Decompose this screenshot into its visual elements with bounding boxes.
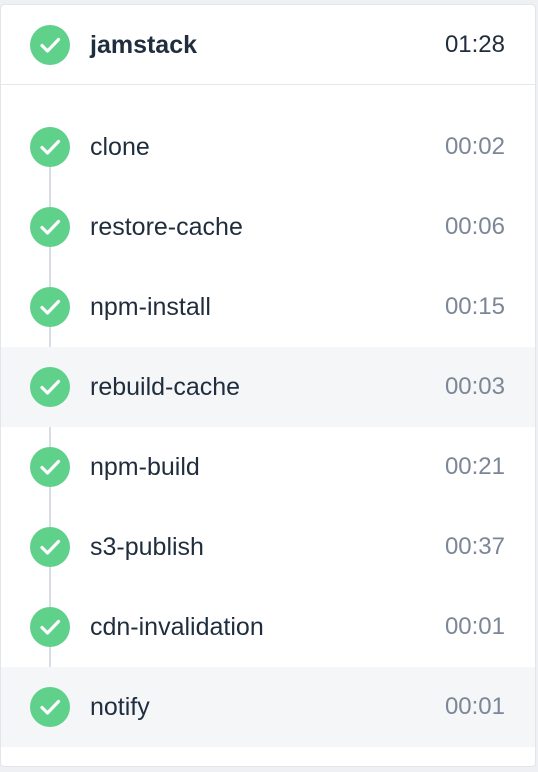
check-circle-icon	[30, 25, 70, 65]
step-label: cdn-invalidation	[90, 613, 264, 641]
step-duration: 00:06	[444, 213, 505, 240]
check-circle-icon	[30, 687, 70, 727]
step-label: rebuild-cache	[90, 373, 241, 401]
step-cdn-invalidation[interactable]: cdn-invalidation 00:01	[1, 587, 535, 667]
check-circle-icon	[30, 447, 70, 487]
step-label: s3-publish	[90, 533, 204, 561]
pipeline-name: jamstack	[90, 31, 198, 59]
check-circle-icon	[30, 367, 70, 407]
check-circle-icon	[30, 287, 70, 327]
check-circle-icon	[30, 127, 70, 167]
step-label: npm-install	[90, 293, 211, 321]
pipeline-panel: jamstack 01:28 clone 00:02 restore-cache…	[0, 4, 536, 767]
step-restore-cache[interactable]: restore-cache 00:06	[1, 187, 535, 267]
step-npm-build[interactable]: npm-build 00:21	[1, 427, 535, 507]
step-notify[interactable]: notify 00:01	[1, 667, 535, 747]
step-duration: 00:03	[444, 373, 505, 400]
step-label: notify	[90, 693, 150, 721]
step-duration: 00:37	[444, 533, 505, 560]
check-circle-icon	[30, 207, 70, 247]
pipeline-duration: 01:28	[444, 31, 505, 58]
step-duration: 00:15	[444, 293, 505, 320]
step-npm-install[interactable]: npm-install 00:15	[1, 267, 535, 347]
pipeline-header[interactable]: jamstack 01:28	[1, 5, 535, 85]
step-rebuild-cache[interactable]: rebuild-cache 00:03	[1, 347, 535, 427]
step-s3-publish[interactable]: s3-publish 00:37	[1, 507, 535, 587]
step-label: npm-build	[90, 453, 200, 481]
step-duration: 00:21	[444, 453, 505, 480]
check-circle-icon	[30, 607, 70, 647]
step-list: clone 00:02 restore-cache 00:06 npm-inst…	[1, 107, 535, 747]
step-clone[interactable]: clone 00:02	[1, 107, 535, 187]
check-circle-icon	[30, 527, 70, 567]
step-duration: 00:01	[444, 693, 505, 720]
step-label: restore-cache	[90, 213, 243, 241]
step-duration: 00:01	[444, 613, 505, 640]
step-duration: 00:02	[444, 133, 505, 160]
step-label: clone	[90, 133, 150, 161]
